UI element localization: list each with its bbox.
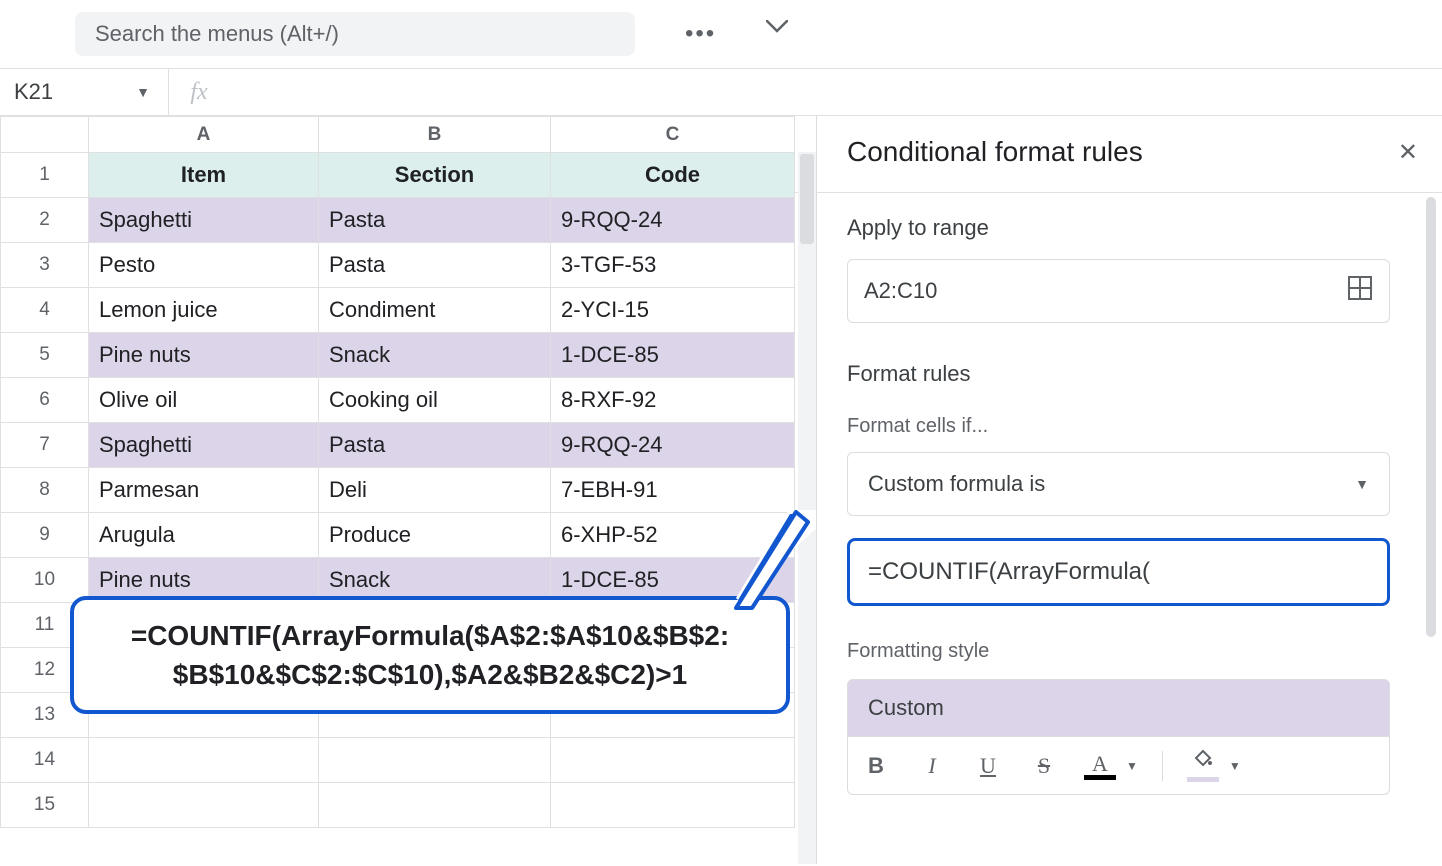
sidebar-scrollbar[interactable]: [1420, 193, 1442, 864]
menu-search[interactable]: Search the menus (Alt+/): [75, 12, 635, 56]
condition-value: Custom formula is: [868, 471, 1045, 497]
custom-formula-input[interactable]: =COUNTIF(ArrayFormula(: [847, 538, 1390, 606]
strikethrough-button[interactable]: S: [1028, 753, 1060, 779]
select-range-icon[interactable]: [1347, 275, 1373, 307]
cell[interactable]: [319, 738, 551, 783]
row-header[interactable]: 2: [1, 198, 89, 243]
style-name: Custom: [868, 695, 944, 721]
cell[interactable]: Olive oil: [89, 378, 319, 423]
cell[interactable]: 7-EBH-91: [551, 468, 795, 513]
underline-button[interactable]: U: [972, 753, 1004, 779]
format-cells-if-label: Format cells if...: [847, 415, 1390, 438]
row-header[interactable]: 14: [1, 738, 89, 783]
formula-bar-input[interactable]: [229, 69, 1442, 115]
cell[interactable]: [551, 738, 795, 783]
formula-value: =COUNTIF(ArrayFormula(: [868, 558, 1150, 586]
callout-line2: $B$10&$C$2:$C$10),$A2&$B2&$C2)>1: [92, 655, 768, 694]
cell[interactable]: Lemon juice: [89, 288, 319, 333]
search-placeholder: Search the menus (Alt+/): [95, 21, 339, 47]
cell[interactable]: Pine nuts: [89, 333, 319, 378]
more-icon[interactable]: •••: [685, 20, 716, 48]
chevron-down-icon[interactable]: ▼: [1126, 759, 1138, 773]
column-header-C[interactable]: C: [551, 117, 795, 153]
cell[interactable]: Cooking oil: [319, 378, 551, 423]
cell[interactable]: 8-RXF-92: [551, 378, 795, 423]
cell[interactable]: Parmesan: [89, 468, 319, 513]
formatting-style-label: Formatting style: [847, 640, 1390, 663]
row-header[interactable]: 6: [1, 378, 89, 423]
cell[interactable]: 2-YCI-15: [551, 288, 795, 333]
italic-button[interactable]: I: [916, 753, 948, 779]
sidebar-title: Conditional format rules: [847, 136, 1143, 168]
cell[interactable]: Pasta: [319, 243, 551, 288]
apply-range-input[interactable]: A2:C10: [847, 259, 1390, 323]
apply-to-range-label: Apply to range: [847, 215, 1390, 241]
spreadsheet-grid[interactable]: ABC1ItemSectionCode2SpaghettiPasta9-RQQ-…: [0, 116, 816, 864]
bold-button[interactable]: B: [860, 753, 892, 779]
range-value: A2:C10: [864, 278, 937, 304]
row-header[interactable]: 7: [1, 423, 89, 468]
style-toolbar: B I U S A ▼ ▼: [847, 737, 1390, 795]
cell[interactable]: Spaghetti: [89, 423, 319, 468]
row-header[interactable]: 3: [1, 243, 89, 288]
separator: [1162, 751, 1163, 781]
chevron-down-icon[interactable]: [766, 20, 788, 48]
row-header[interactable]: 5: [1, 333, 89, 378]
row-header[interactable]: 9: [1, 513, 89, 558]
row-header[interactable]: 10: [1, 558, 89, 603]
column-header-B[interactable]: B: [319, 117, 551, 153]
select-all-cell[interactable]: [1, 117, 89, 153]
chevron-down-icon: ▼: [1355, 476, 1369, 492]
conditional-format-sidebar: Conditional format rules ✕ Apply to rang…: [816, 116, 1442, 864]
cell[interactable]: 1-DCE-85: [551, 333, 795, 378]
row-header[interactable]: 15: [1, 783, 89, 828]
toolbar: Search the menus (Alt+/) •••: [0, 0, 1442, 68]
name-box-value: K21: [14, 79, 53, 105]
fill-color-button[interactable]: [1187, 749, 1219, 782]
scrollbar-thumb[interactable]: [800, 154, 814, 244]
cell[interactable]: Spaghetti: [89, 198, 319, 243]
header-cell-code[interactable]: Code: [551, 153, 795, 198]
cell[interactable]: Pesto: [89, 243, 319, 288]
cell[interactable]: Produce: [319, 513, 551, 558]
text-color-button[interactable]: A: [1084, 751, 1116, 780]
chevron-down-icon[interactable]: ▼: [136, 84, 150, 100]
header-cell-item[interactable]: Item: [89, 153, 319, 198]
callout-line1: =COUNTIF(ArrayFormula($A$2:$A$10&$B$2:: [92, 616, 768, 655]
row-header[interactable]: 4: [1, 288, 89, 333]
header-cell-section[interactable]: Section: [319, 153, 551, 198]
cell[interactable]: Condiment: [319, 288, 551, 333]
cell[interactable]: Snack: [319, 333, 551, 378]
cell[interactable]: Pasta: [319, 423, 551, 468]
cell[interactable]: Deli: [319, 468, 551, 513]
condition-select[interactable]: Custom formula is ▼: [847, 452, 1390, 516]
cell[interactable]: [89, 738, 319, 783]
cell[interactable]: 9-RQQ-24: [551, 423, 795, 468]
cell[interactable]: [319, 783, 551, 828]
callout-pointer: [732, 508, 816, 618]
style-preview[interactable]: Custom: [847, 679, 1390, 737]
close-icon[interactable]: ✕: [1398, 138, 1418, 167]
column-header-A[interactable]: A: [89, 117, 319, 153]
format-rules-label: Format rules: [847, 361, 1390, 387]
row-header[interactable]: 8: [1, 468, 89, 513]
cell[interactable]: 9-RQQ-24: [551, 198, 795, 243]
cell[interactable]: Pasta: [319, 198, 551, 243]
chevron-down-icon[interactable]: ▼: [1229, 759, 1241, 773]
scrollbar-thumb[interactable]: [1426, 197, 1436, 637]
formula-bar-row: K21 ▼ fx: [0, 68, 1442, 116]
name-box[interactable]: K21 ▼: [0, 79, 168, 105]
cell[interactable]: Arugula: [89, 513, 319, 558]
fx-icon: fx: [169, 79, 229, 106]
formula-callout: =COUNTIF(ArrayFormula($A$2:$A$10&$B$2: $…: [70, 596, 790, 714]
row-header[interactable]: 1: [1, 153, 89, 198]
cell[interactable]: [89, 783, 319, 828]
cell[interactable]: 3-TGF-53: [551, 243, 795, 288]
cell[interactable]: [551, 783, 795, 828]
